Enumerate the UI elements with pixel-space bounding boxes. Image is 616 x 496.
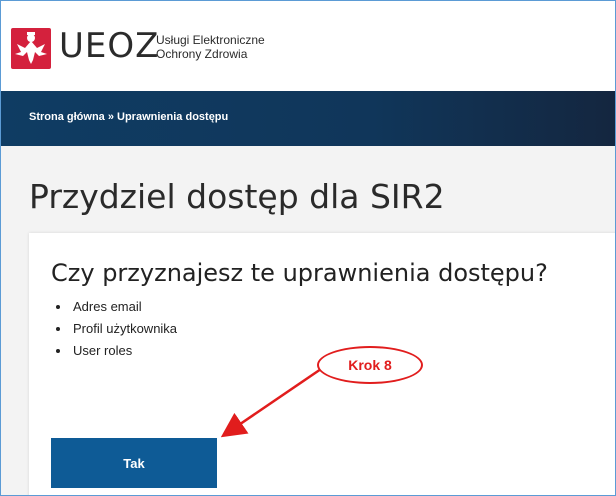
list-item: Profil użytkownika: [71, 318, 177, 340]
subtitle-line-1: Usługi Elektroniczne: [156, 33, 265, 47]
consent-question: Czy przyznajesz te uprawnienia dostępu?: [51, 259, 548, 287]
step-annotation-badge: Krok 8: [317, 346, 423, 384]
navigation-bar: Strona główna » Uprawnienia dostępu: [1, 91, 615, 146]
browser-frame: UEOZ Usługi Elektroniczne Ochrony Zdrowi…: [0, 0, 616, 496]
site-header: UEOZ Usługi Elektroniczne Ochrony Zdrowi…: [1, 1, 615, 91]
polish-eagle-emblem-icon: [11, 28, 51, 69]
site-logo-subtitle: Usługi Elektroniczne Ochrony Zdrowia: [156, 33, 265, 61]
list-item: User roles: [71, 340, 177, 362]
page-title: Przydziel dostęp dla SIR2: [29, 177, 445, 216]
accept-button[interactable]: Tak: [51, 438, 217, 488]
site-logo-text[interactable]: UEOZ: [59, 26, 159, 66]
list-item: Adres email: [71, 296, 177, 318]
permissions-list: Adres email Profil użytkownika User role…: [51, 296, 177, 362]
subtitle-line-2: Ochrony Zdrowia: [156, 47, 248, 61]
breadcrumb[interactable]: Strona główna » Uprawnienia dostępu: [29, 111, 228, 123]
